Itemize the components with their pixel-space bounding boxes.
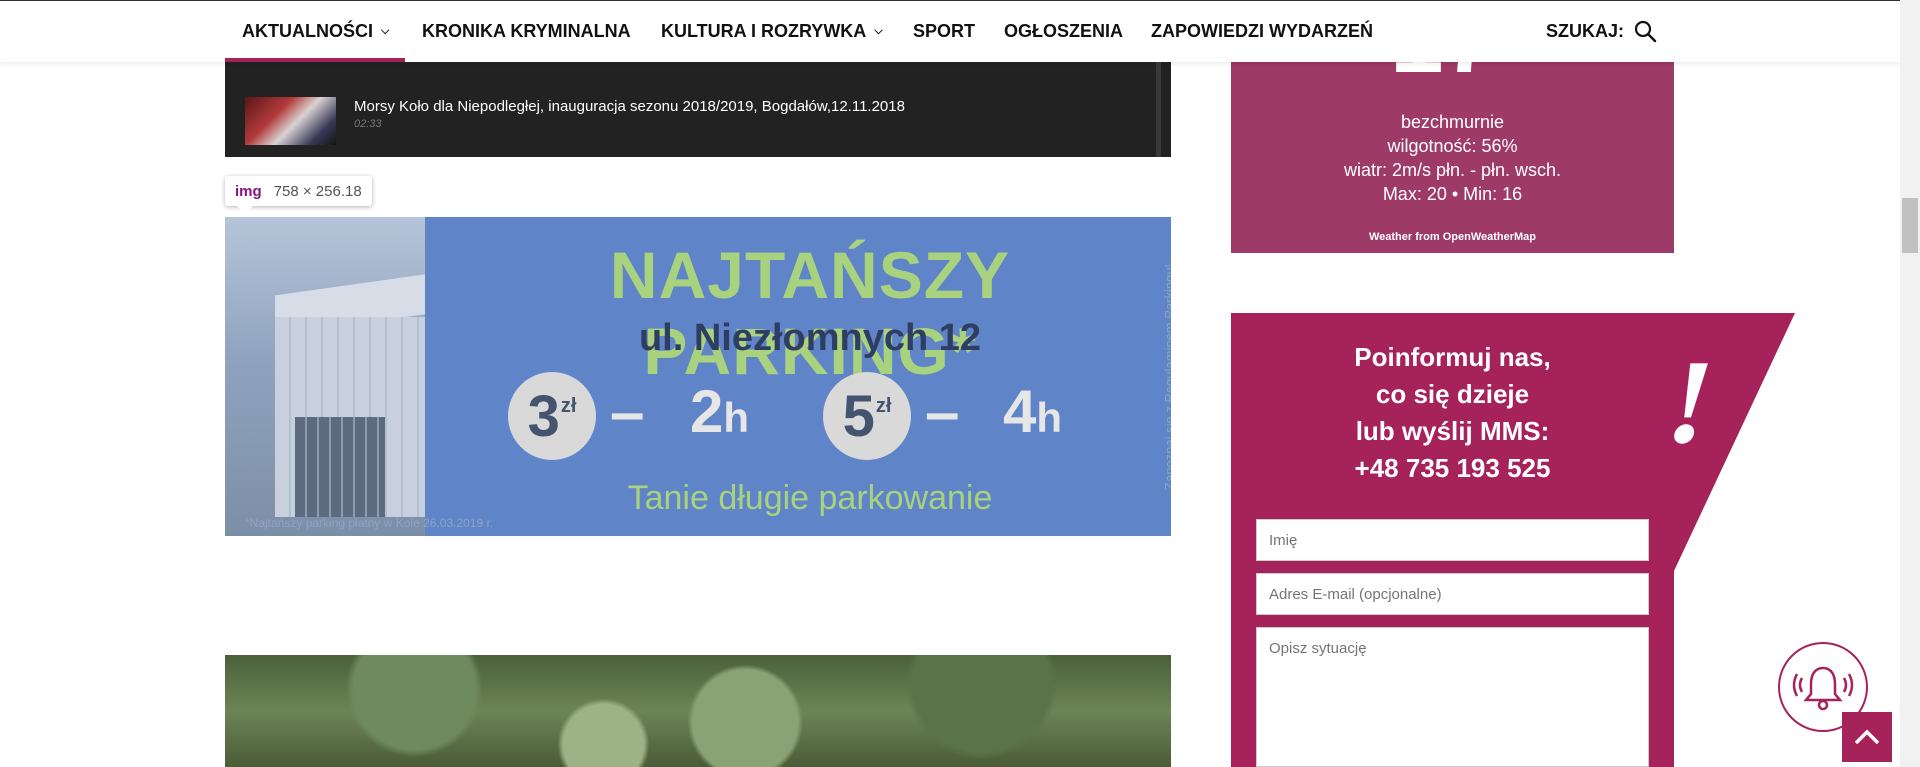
search-icon[interactable] xyxy=(1633,19,1657,43)
ad-tagline: Tanie długie parkowanie xyxy=(627,479,993,517)
nav-item-zapowiedzi[interactable]: ZAPOWIEDZI WYDARZEŃ xyxy=(1151,1,1373,62)
price-dash-2: – xyxy=(925,378,960,447)
nav-item-kronika[interactable]: KRONIKA KRYMINALNA xyxy=(422,1,631,62)
nav-item-ogloszenia[interactable]: OGŁOSZENIA xyxy=(1004,1,1123,62)
devtools-element-tooltip: img 758 × 256.18 xyxy=(225,176,372,214)
weather-minmax: Max: 20 • Min: 16 xyxy=(1382,184,1523,204)
article-photo[interactable] xyxy=(225,655,1171,767)
chevron-down-icon: ⌵ xyxy=(381,25,390,37)
page-scroll-thumb[interactable] xyxy=(1902,198,1918,253)
nav-active-indicator xyxy=(225,58,405,62)
ad-vertical-note: Zapoznaj się z Regulaminem Parkingu! xyxy=(1162,263,1171,491)
weather-credit[interactable]: Weather from OpenWeatherMap xyxy=(1231,231,1674,243)
tooltip-dimensions: 758 × 256.18 xyxy=(273,182,362,200)
ad-building-photo xyxy=(225,217,465,536)
nav-item-kultura[interactable]: KULTURA I ROZRYWKA ⌵ xyxy=(661,1,883,62)
tooltip-tag: img xyxy=(235,182,262,200)
search-label[interactable]: SZUKAJ: xyxy=(1546,1,1624,62)
video-duration: 02:33 xyxy=(354,118,382,130)
message-field[interactable] xyxy=(1256,627,1649,767)
page-scrollbar[interactable] xyxy=(1900,0,1920,767)
ad-footnote: *Najtańszy parking płatny w Kole 26.03.2… xyxy=(245,516,494,530)
weather-wind: wiatr: 2m/s płn. - płn. wsch. xyxy=(1343,160,1562,180)
scroll-to-top-button[interactable] xyxy=(1842,712,1892,762)
parking-advertisement[interactable]: NAJTAŃSZY PARKING* ul. Niezłomnych 12 3z… xyxy=(225,217,1171,536)
video-title[interactable]: Morsy Koło dla Niepodległej, inauguracja… xyxy=(354,97,905,117)
report-heading: Poinformuj nas, co się dzieje lub wyślij… xyxy=(1231,339,1674,487)
nav-item-aktualnosci[interactable]: AKTUALNOŚCI ⌵ xyxy=(242,1,389,62)
price-dash-1: – xyxy=(610,378,645,447)
chevron-down-icon: ⌵ xyxy=(874,25,883,37)
nav-item-sport[interactable]: SPORT xyxy=(913,1,975,62)
price-badge-2: 5 zł xyxy=(823,372,911,460)
name-field[interactable] xyxy=(1256,519,1649,561)
price-duration-2: 4h xyxy=(1003,378,1063,445)
report-phone: +48 735 193 525 xyxy=(1354,453,1551,483)
video-item[interactable]: Morsy Koło dla Niepodległej, inauguracja… xyxy=(245,97,905,145)
price-badge-1: 3 zł xyxy=(508,372,596,460)
ad-title: NAJTAŃSZY PARKING* xyxy=(609,238,1011,388)
video-thumbnail[interactable] xyxy=(245,97,336,145)
price-duration-1: 2h xyxy=(690,378,750,445)
weather-condition: bezchmurnie xyxy=(1400,112,1505,132)
ad-street: ul. Niezłomnych 12 xyxy=(638,317,982,359)
email-field[interactable] xyxy=(1256,573,1649,615)
main-navigation: AKTUALNOŚCI ⌵ KRONIKA KRYMINALNA KULTURA … xyxy=(0,0,1900,62)
weather-humidity: wilgotność: 56% xyxy=(1387,136,1518,156)
bell-ringing-icon xyxy=(1792,666,1854,711)
chevron-up-icon xyxy=(1854,729,1880,745)
